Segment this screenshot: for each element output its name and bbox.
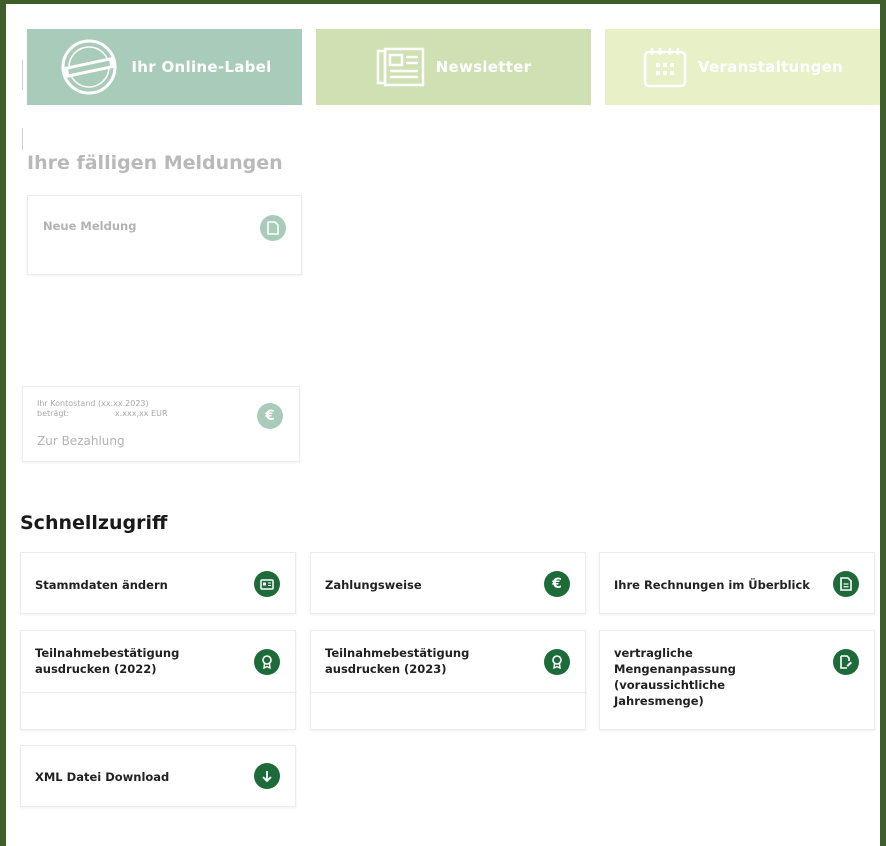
id-card-icon: [254, 571, 280, 597]
badge-seal-icon: [61, 39, 117, 95]
quick-item-label: Teilnahmebestätigung ausdrucken (2023): [325, 646, 470, 676]
divider: [22, 128, 23, 150]
new-report-card[interactable]: Neue Meldung: [27, 195, 302, 275]
download-icon: [254, 763, 280, 789]
balance-line-2-label: beträgt:: [37, 409, 70, 418]
document-icon: [833, 571, 859, 597]
quick-item-rechnungen[interactable]: Ihre Rechnungen im Überblick: [599, 552, 875, 614]
balance-line-2-value: x.xxx,xx EUR: [115, 409, 168, 418]
euro-icon: €: [544, 571, 570, 597]
edit-document-icon: [833, 649, 859, 675]
quick-item-label: XML Datei Download: [35, 770, 170, 784]
account-balance-card[interactable]: Ihr Kontostand (xx.xx.2023) beträgt: x.x…: [22, 386, 300, 462]
pay-link[interactable]: Zur Bezahlung: [37, 433, 125, 449]
tile-online-label[interactable]: Ihr Online-Label: [27, 29, 302, 105]
euro-icon: €: [257, 403, 283, 429]
tile-events-text: Veranstaltungen: [697, 58, 844, 76]
quick-item-teilnahme-2022[interactable]: Teilnahmebestätigung ausdrucken (2022): [20, 630, 297, 730]
quick-item-teilnahme-2023[interactable]: Teilnahmebestätigung ausdrucken (2023): [310, 630, 587, 730]
tile-online-label-text: Ihr Online-Label: [131, 58, 272, 76]
tile-newsletter-text: Newsletter: [435, 58, 532, 76]
document-icon: [260, 215, 286, 241]
card-divider: [21, 692, 297, 693]
due-reports-heading: Ihre fälligen Meldungen: [27, 152, 283, 174]
divider: [22, 60, 23, 90]
newspaper-icon: [376, 47, 424, 87]
quick-item-mengenanpassung[interactable]: vertragliche Mengenanpassung (voraussich…: [599, 630, 875, 730]
calendar-icon: [643, 48, 687, 88]
balance-line-1: Ihr Kontostand (xx.xx.2023): [37, 399, 149, 408]
award-icon: [544, 649, 570, 675]
quick-item-label: Stammdaten ändern: [35, 578, 168, 592]
tile-newsletter[interactable]: Newsletter: [316, 29, 591, 105]
quick-item-label: vertragliche Mengenanpassung (voraussich…: [614, 646, 736, 708]
quick-item-xml-download[interactable]: XML Datei Download: [20, 745, 296, 807]
card-divider: [311, 692, 587, 693]
new-report-label: Neue Meldung: [43, 219, 137, 233]
quick-item-stammdaten[interactable]: Stammdaten ändern: [20, 552, 296, 614]
tile-events[interactable]: Veranstaltungen: [605, 29, 880, 105]
quick-item-label: Teilnahmebestätigung ausdrucken (2022): [35, 646, 180, 676]
quick-access-heading: Schnellzugriff: [20, 512, 168, 534]
window-frame-right: [880, 0, 886, 846]
award-icon: [254, 649, 280, 675]
quick-item-label: Ihre Rechnungen im Überblick: [614, 578, 810, 592]
quick-item-zahlungsweise[interactable]: Zahlungsweise €: [310, 552, 586, 614]
quick-item-label: Zahlungsweise: [325, 578, 422, 592]
